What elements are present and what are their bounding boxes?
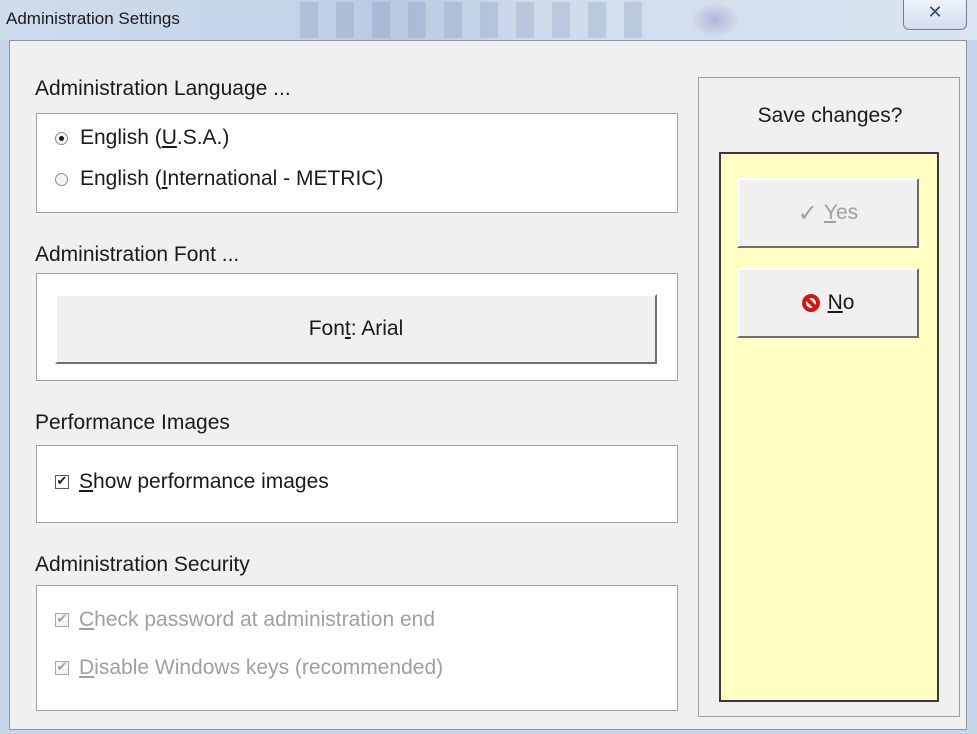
performance-section-label: Performance Images: [35, 411, 230, 434]
save-changes-box: ✓ Yes No: [719, 152, 939, 702]
check-password-checkbox[interactable]: ✔ Check password at administration end: [55, 608, 435, 632]
radio-english-international[interactable]: English (International - METRIC): [55, 167, 383, 191]
yes-button-label: Yes: [823, 201, 859, 224]
title-bar-decoration: [300, 2, 660, 38]
administration-settings-window: Administration Settings ✕ Administration…: [0, 0, 977, 734]
checkbox-checked-icon[interactable]: ✔: [55, 661, 69, 675]
title-bar-decoration: [690, 2, 740, 38]
security-section-label: Administration Security: [35, 553, 250, 576]
checkbox-label: Disable Windows keys (recommended): [79, 656, 444, 679]
font-group: Font: Arial: [36, 273, 678, 381]
title-bar[interactable]: Administration Settings ✕: [0, 0, 977, 40]
radio-english-usa[interactable]: English (U.S.A.): [55, 126, 229, 150]
disable-windows-keys-checkbox[interactable]: ✔ Disable Windows keys (recommended): [55, 656, 443, 680]
checkbox-checked-icon[interactable]: ✔: [55, 613, 69, 627]
prohibited-icon: [801, 294, 820, 312]
save-changes-panel: Save changes? ✓ Yes No: [698, 77, 960, 717]
yes-button[interactable]: ✓ Yes: [737, 178, 919, 248]
language-section-label: Administration Language ...: [35, 77, 291, 100]
font-button-label: Font: Arial: [308, 317, 404, 340]
performance-group: ✔ Show performance images: [36, 445, 678, 523]
font-section-label: Administration Font ...: [35, 243, 240, 266]
no-button-label: No: [827, 291, 855, 314]
language-group: English (U.S.A.) English (International …: [36, 113, 678, 213]
save-changes-label: Save changes?: [757, 104, 903, 127]
show-performance-images-checkbox[interactable]: ✔ Show performance images: [55, 470, 329, 494]
dialog-client-area: Administration Language ... English (U.S…: [9, 40, 967, 730]
close-button[interactable]: ✕: [903, 0, 967, 30]
checkbox-label: Show performance images: [79, 470, 329, 493]
checkmark-icon: ✓: [797, 199, 818, 227]
radio-indicator[interactable]: [55, 172, 68, 186]
checkbox-label: Check password at administration end: [79, 608, 436, 631]
radio-label: English (International - METRIC): [80, 167, 384, 190]
no-button[interactable]: No: [737, 268, 919, 338]
radio-indicator[interactable]: [55, 131, 68, 145]
font-button[interactable]: Font: Arial: [55, 294, 657, 364]
radio-label: English (U.S.A.): [80, 126, 230, 149]
close-icon: ✕: [927, 2, 943, 23]
security-group: ✔ Check password at administration end ✔…: [36, 585, 678, 711]
checkbox-checked-icon[interactable]: ✔: [55, 475, 69, 489]
window-title: Administration Settings: [6, 9, 180, 28]
